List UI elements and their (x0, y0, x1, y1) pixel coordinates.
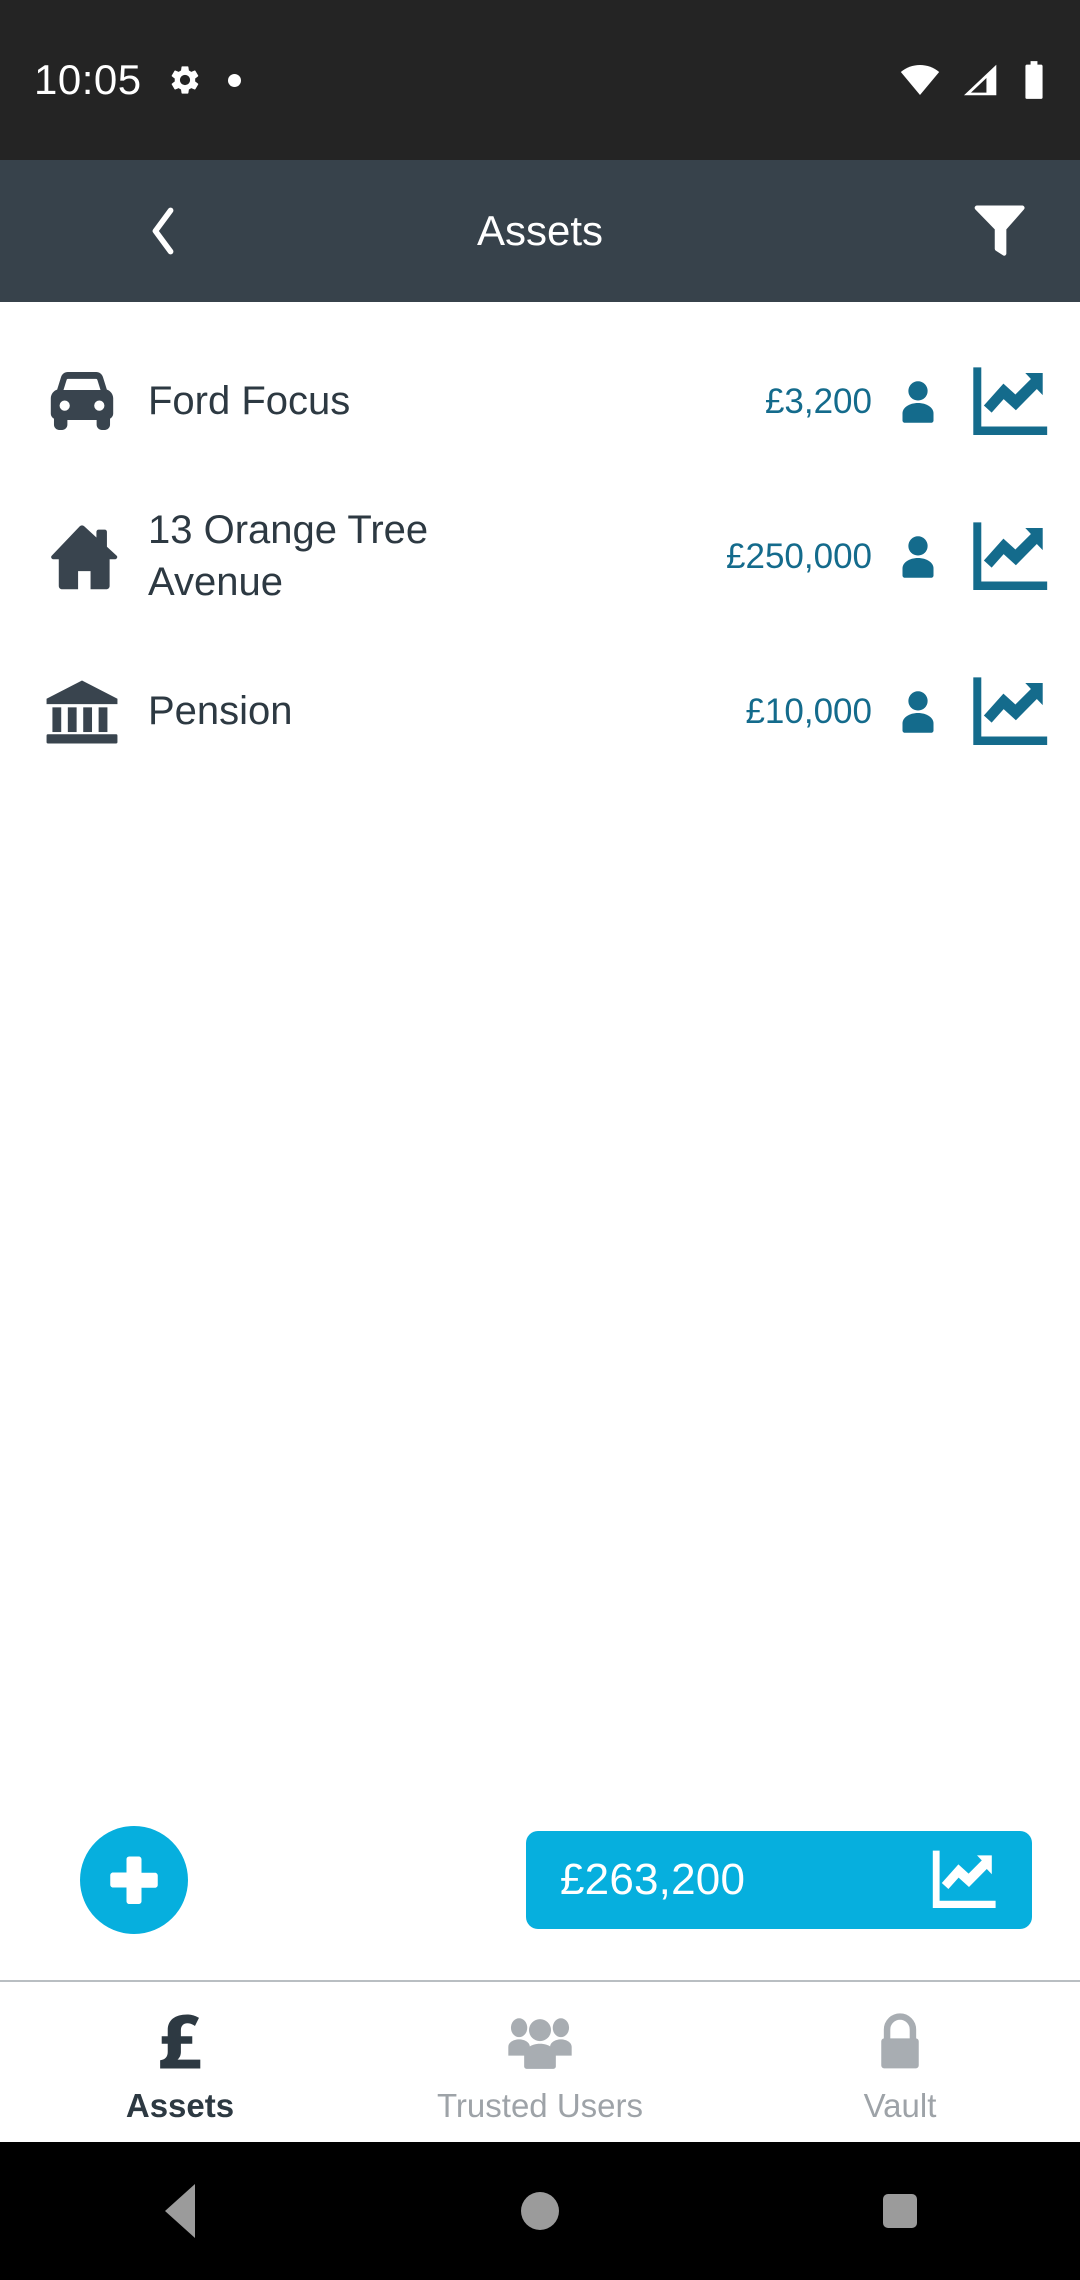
lock-icon (875, 2009, 925, 2071)
asset-name: Ford Focus (148, 378, 351, 423)
dot-indicator (227, 73, 241, 87)
battery-icon (1025, 61, 1043, 99)
nav-label-trusted-users: Trusted Users (437, 2086, 643, 2124)
hamburger-menu-icon[interactable] (48, 208, 94, 254)
pound-sterling-icon (157, 2009, 203, 2071)
back-chevron-icon[interactable] (138, 206, 188, 256)
android-recents-button[interactable] (825, 2142, 975, 2280)
total-amount: £263,200 (560, 1855, 746, 1904)
total-value-button[interactable]: £263,200 (526, 1831, 1032, 1929)
app-bar: Assets (0, 160, 1080, 302)
house-icon (26, 524, 138, 590)
nav-item-trusted-users[interactable]: Trusted Users (360, 1982, 720, 2142)
back-triangle-icon (165, 2184, 195, 2238)
trending-chart-icon[interactable] (968, 365, 1052, 439)
cellular-signal-icon (964, 64, 997, 96)
phone-screen: 10:05 Assets Ford Focus £3,200 13 Orange… (0, 0, 1080, 2280)
car-icon (26, 371, 138, 433)
nav-item-assets[interactable]: Assets (0, 1982, 360, 2142)
home-circle-icon (521, 2192, 559, 2230)
row-right-group: £10,000 (745, 675, 1052, 749)
table-row[interactable]: Pension £10,000 (0, 634, 1080, 789)
gear-icon (171, 66, 198, 94)
android-system-nav (0, 2142, 1080, 2280)
asset-name: 13 Orange Tree Avenue (148, 508, 429, 604)
row-right-group: £250,000 (726, 520, 1052, 594)
status-bar: 10:05 (0, 0, 1080, 160)
asset-list: Ford Focus £3,200 13 Orange Tree Avenue … (0, 302, 1080, 1780)
status-bar-right (900, 61, 1046, 99)
nav-label-vault: Vault (863, 2086, 937, 2124)
row-right-group: £3,200 (765, 365, 1052, 439)
table-row[interactable]: 13 Orange Tree Avenue £250,000 (0, 479, 1080, 634)
person-icon[interactable] (898, 690, 938, 734)
android-home-button[interactable] (465, 2142, 615, 2280)
asset-name: Pension (148, 688, 293, 733)
person-icon[interactable] (898, 380, 938, 424)
asset-amount: £10,000 (745, 691, 872, 731)
trending-chart-icon[interactable] (968, 675, 1052, 749)
android-back-button[interactable] (105, 2142, 255, 2280)
trending-chart-icon (930, 1849, 998, 1911)
table-row[interactable]: Ford Focus £3,200 (0, 324, 1080, 479)
bank-icon (26, 679, 138, 745)
trending-chart-icon[interactable] (968, 520, 1052, 594)
bottom-actions: £263,200 (0, 1780, 1080, 1980)
asset-amount: £250,000 (726, 536, 872, 576)
asset-amount: £3,200 (764, 381, 872, 421)
person-icon[interactable] (898, 535, 938, 579)
wifi-icon (900, 65, 940, 95)
plus-icon (110, 1856, 158, 1904)
status-bar-clock: 10:05 (34, 56, 142, 103)
bottom-navigation: Assets Trusted Users Vault (0, 1980, 1080, 2142)
nav-item-vault[interactable]: Vault (720, 1982, 1080, 2142)
filter-funnel-icon[interactable] (970, 203, 1026, 259)
people-group-icon (507, 2009, 573, 2071)
add-asset-button[interactable] (80, 1826, 188, 1934)
status-bar-left: 10:05 (34, 59, 241, 101)
recents-square-icon (883, 2194, 917, 2228)
nav-label-assets: Assets (125, 2086, 235, 2124)
